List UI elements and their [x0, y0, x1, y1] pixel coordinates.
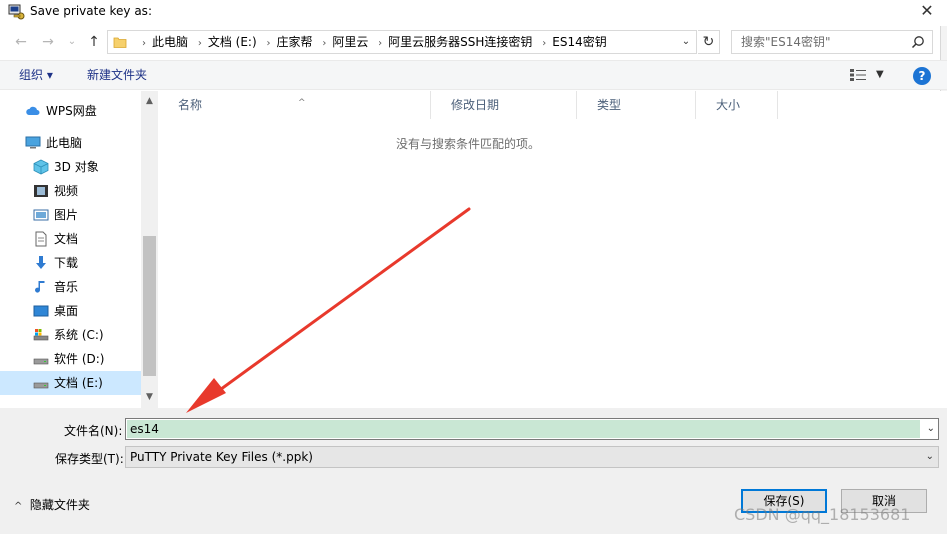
forward-button[interactable]: →: [38, 33, 58, 51]
close-button[interactable]: ✕: [907, 0, 947, 24]
column-header-date-modified[interactable]: 修改日期: [431, 91, 577, 119]
column-header-type[interactable]: 类型: [577, 91, 696, 119]
filename-value[interactable]: es14: [127, 420, 920, 438]
navigation-pane: WPS网盘 此电脑 3D 对象 视频 图片 文档 下载 音乐 桌面 系统 (C:…: [0, 91, 158, 408]
desktop-icon: [33, 305, 49, 317]
drive-icon: [33, 382, 49, 389]
folder-icon: [113, 37, 127, 48]
sidebar-item-drive-d[interactable]: 软件 (D:): [0, 347, 141, 371]
breadcrumb-separator[interactable]: ›: [378, 38, 382, 49]
sidebar-item-label: 软件 (D:): [54, 352, 105, 366]
video-icon: [34, 185, 48, 197]
file-list-pane[interactable]: 名称 ^ 修改日期 类型 大小 没有与搜索条件匹配的项。: [158, 91, 947, 408]
hide-folders-toggle[interactable]: ^ 隐藏文件夹: [14, 496, 90, 513]
filetype-label: 保存类型(T):: [55, 452, 124, 466]
help-icon[interactable]: ?: [913, 67, 931, 85]
breadcrumb-item-aliyun[interactable]: 阿里云: [332, 35, 368, 49]
recent-locations-button[interactable]: ⌄: [62, 33, 82, 51]
cube-icon: [33, 159, 49, 175]
filetype-select[interactable]: PuTTY Private Key Files (*.ppk) ⌄: [125, 446, 939, 468]
sidebar-item-drive-c[interactable]: 系统 (C:): [0, 323, 141, 347]
scrollbar-thumb[interactable]: [143, 236, 156, 376]
column-header-label: 大小: [716, 98, 741, 112]
address-bar[interactable]: › 此电脑 › 文档 (E:) › 庄家帮 › 阿里云 › 阿里云服务器SSH连接密钥 ›…: [107, 30, 697, 54]
music-icon: [35, 281, 45, 293]
column-header-label: 修改日期: [451, 98, 500, 112]
sidebar-item-label: 音乐: [54, 280, 79, 294]
sidebar-item-drive-e[interactable]: 文档 (E:): [0, 371, 141, 395]
column-header-name[interactable]: 名称 ^: [158, 91, 431, 119]
breadcrumb-item-drive-e[interactable]: 文档 (E:): [208, 35, 257, 49]
column-header-label: 类型: [597, 98, 622, 112]
column-header-size[interactable]: 大小: [696, 91, 778, 119]
document-icon: [35, 231, 47, 247]
putty-key-icon: [8, 4, 25, 20]
organize-menu[interactable]: 组织 ▾: [19, 61, 53, 89]
breadcrumb-separator[interactable]: ›: [322, 38, 326, 49]
sidebar-item-label: 系统 (C:): [54, 328, 104, 342]
search-placeholder: 搜索"ES14密钥": [741, 35, 831, 49]
breadcrumb-item-zhuangjiabang[interactable]: 庄家帮: [276, 35, 312, 49]
refresh-button[interactable]: ↻: [698, 30, 720, 54]
navigation-pane-scrollbar[interactable]: ▲ ▼: [141, 91, 158, 408]
sidebar-item-label: WPS网盘: [46, 104, 97, 118]
scroll-up-button[interactable]: ▲: [141, 93, 158, 110]
window-title: Save private key as:: [30, 4, 152, 18]
sidebar-item-this-pc[interactable]: 此电脑: [0, 131, 141, 155]
sidebar-item-videos[interactable]: 视频: [0, 179, 141, 203]
computer-icon: [25, 136, 41, 149]
breadcrumb: › 此电脑 › 文档 (E:) › 庄家帮 › 阿里云 › 阿里云服务器SSH连接密钥 ›…: [136, 31, 607, 53]
filename-history-dropdown[interactable]: ⌄: [927, 419, 935, 439]
breadcrumb-item-ssh-keys[interactable]: 阿里云服务器SSH连接密钥: [388, 35, 532, 49]
breadcrumb-separator[interactable]: ›: [266, 38, 270, 49]
sidebar-item-documents[interactable]: 文档: [0, 227, 141, 251]
view-options-dropdown[interactable]: ▼: [876, 61, 884, 89]
watermark: CSDN @qq_18153681: [734, 505, 911, 524]
filetype-dropdown-arrow[interactable]: ⌄: [926, 447, 934, 467]
sidebar-item-label: 桌面: [54, 304, 79, 318]
chevron-up-icon: ^: [14, 501, 23, 512]
cloud-icon: [26, 106, 40, 115]
scroll-down-button[interactable]: ▼: [141, 389, 158, 406]
command-toolbar: 组织 ▾ 新建文件夹 ▼ ?: [0, 60, 947, 90]
sort-ascending-icon: ^: [298, 98, 306, 108]
sidebar-item-wps-drive[interactable]: WPS网盘: [0, 99, 141, 123]
drive-icon: [33, 358, 49, 365]
empty-results-message: 没有与搜索条件匹配的项。: [395, 137, 540, 151]
sidebar-item-label: 下载: [54, 256, 79, 270]
breadcrumb-item-this-pc[interactable]: 此电脑: [152, 35, 188, 49]
column-header-label: 名称: [178, 98, 203, 112]
search-input[interactable]: 搜索"ES14密钥": [731, 30, 933, 54]
filename-field[interactable]: es14 ⌄: [125, 418, 939, 440]
hide-folders-label: 隐藏文件夹: [29, 498, 90, 512]
sidebar-item-label: 此电脑: [46, 136, 83, 150]
filename-label: 文件名(N):: [64, 424, 123, 438]
breadcrumb-item-es14-keys[interactable]: ES14密钥: [552, 35, 606, 49]
download-icon: [36, 256, 46, 269]
view-options-icon[interactable]: [850, 69, 866, 81]
picture-icon: [33, 209, 49, 221]
sidebar-item-downloads[interactable]: 下载: [0, 251, 141, 275]
address-history-dropdown[interactable]: ⌄: [679, 31, 693, 53]
breadcrumb-separator: ›: [142, 38, 146, 49]
breadcrumb-separator[interactable]: ›: [542, 38, 546, 49]
navigation-bar: ← → ⌄ ↑ › 此电脑 › 文档 (E:) › 庄家帮 › 阿里云 › 阿里云服务器S…: [0, 26, 947, 58]
filetype-selected-value: PuTTY Private Key Files (*.ppk): [130, 450, 313, 464]
sidebar-item-desktop[interactable]: 桌面: [0, 299, 141, 323]
sidebar-item-label: 文档: [54, 232, 79, 246]
title-bar: Save private key as: ✕: [0, 0, 947, 26]
up-folder-button[interactable]: ↑: [84, 33, 104, 51]
breadcrumb-separator[interactable]: ›: [198, 38, 202, 49]
system-drive-icon: [33, 329, 49, 341]
sidebar-item-label: 图片: [54, 208, 79, 222]
search-icon[interactable]: [911, 35, 925, 49]
sidebar-item-music[interactable]: 音乐: [0, 275, 141, 299]
new-folder-button[interactable]: 新建文件夹: [87, 61, 147, 89]
sidebar-item-label: 3D 对象: [54, 160, 99, 174]
sidebar-item-3d-objects[interactable]: 3D 对象: [0, 155, 141, 179]
back-button[interactable]: ←: [11, 33, 31, 51]
sidebar-item-label: 文档 (E:): [54, 376, 103, 390]
sidebar-item-label: 视频: [54, 184, 79, 198]
sidebar-item-pictures[interactable]: 图片: [0, 203, 141, 227]
